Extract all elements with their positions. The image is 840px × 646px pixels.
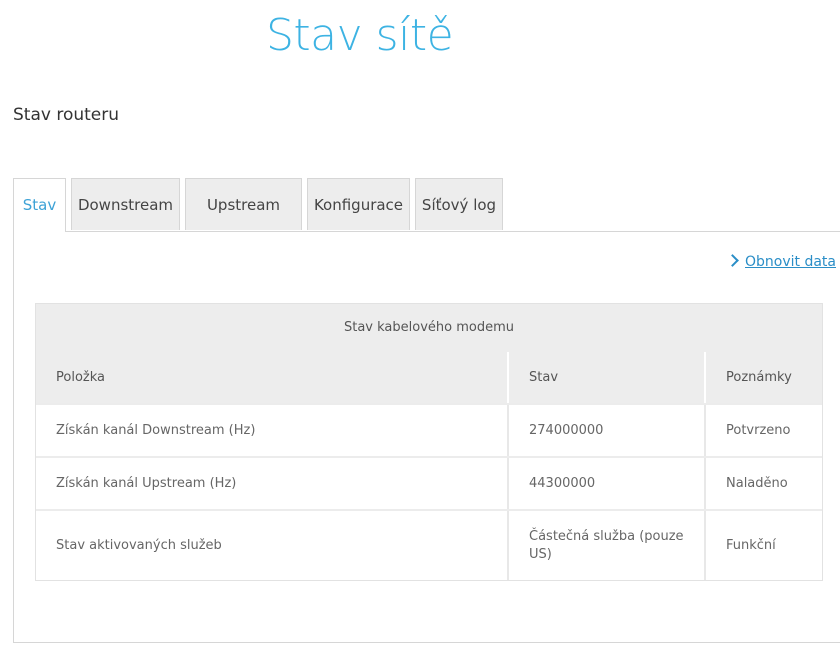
row-note: Funkční <box>704 511 822 580</box>
row-item: Získán kanál Downstream (Hz) <box>56 422 256 438</box>
table-header-row: Položka Stav Poznámky <box>36 352 822 403</box>
tab-sitovy-log[interactable]: Síťový log <box>415 178 503 230</box>
cable-modem-status-table: Stav kabelového modemu Položka Stav Pozn… <box>35 303 823 581</box>
refresh-data-label: Obnovit data <box>745 254 836 270</box>
row-note: Naladěno <box>704 458 822 509</box>
table-row: Stav aktivovaných služeb Částečná služba… <box>36 509 822 580</box>
row-status: 274000000 <box>507 405 704 456</box>
section-heading: Stav routeru <box>13 105 120 125</box>
chevron-right-icon <box>726 254 739 267</box>
row-item: Získán kanál Upstream (Hz) <box>56 475 237 491</box>
refresh-data-link[interactable]: Obnovit data <box>726 252 836 272</box>
tab-konfigurace[interactable]: Konfigurace <box>307 178 410 230</box>
row-status: Částečná služba (pouze US) <box>507 511 704 580</box>
row-status: 44300000 <box>507 458 704 509</box>
tab-downstream[interactable]: Downstream <box>71 178 180 230</box>
column-header-notes: Poznámky <box>704 352 822 403</box>
column-header-status: Stav <box>507 352 704 403</box>
table-row: Získán kanál Downstream (Hz) 274000000 P… <box>36 403 822 456</box>
tab-stav[interactable]: Stav <box>13 178 66 232</box>
table-caption: Stav kabelového modemu <box>36 304 822 352</box>
page-title: Stav sítě <box>266 10 454 61</box>
row-item: Stav aktivovaných služeb <box>56 537 222 553</box>
row-note: Potvrzeno <box>704 405 822 456</box>
tab-upstream[interactable]: Upstream <box>185 178 302 230</box>
table-row: Získán kanál Upstream (Hz) 44300000 Nala… <box>36 456 822 509</box>
column-header-item: Položka <box>56 369 105 385</box>
